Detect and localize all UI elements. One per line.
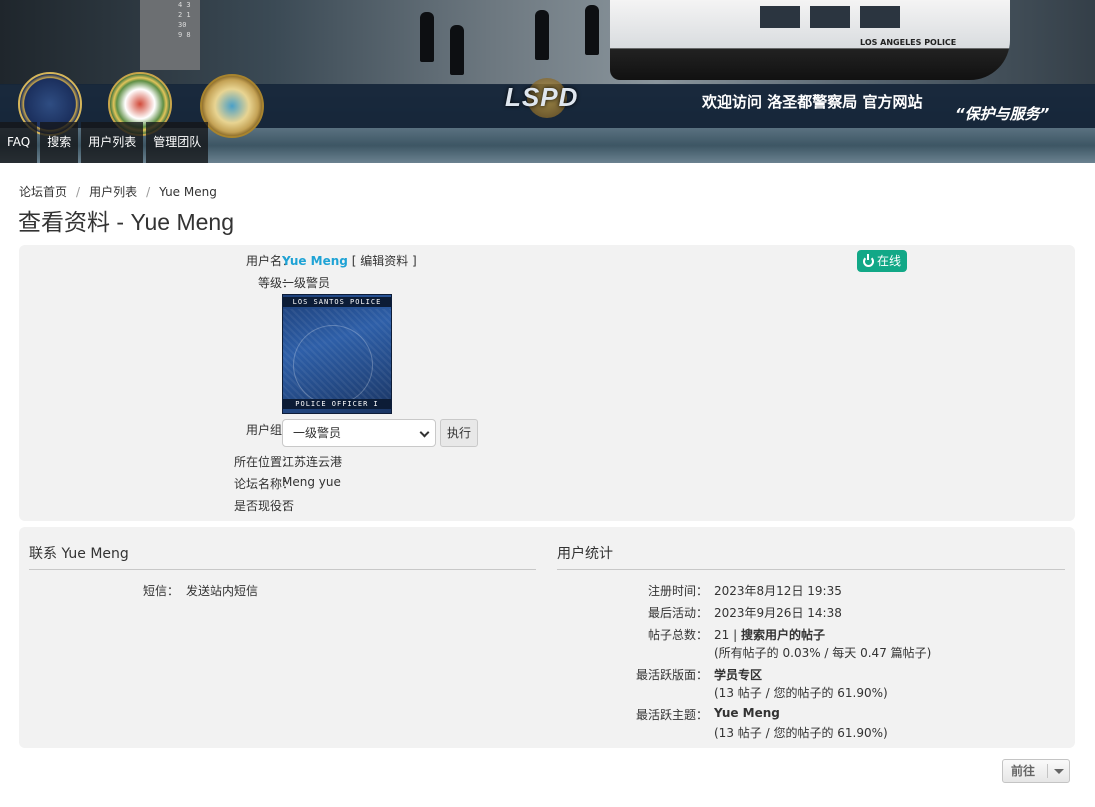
breadcrumb-separator: / xyxy=(76,184,81,199)
diver-figure xyxy=(535,10,549,60)
posts-sub: (所有帖子的 0.03% / 每天 0.47 篇帖子) xyxy=(714,646,932,660)
breadcrumb-memberlist[interactable]: 用户列表 xyxy=(89,183,137,200)
boat-window xyxy=(860,6,900,28)
profile-panel: 用户名： Yue Meng [ 编辑资料 ] 在线 等级： 一级警员 LOS S… xyxy=(19,245,1075,521)
lspd-logo: LSPD xyxy=(505,82,579,112)
diver-figure xyxy=(450,25,464,75)
joined-label: 注册时间： xyxy=(647,584,708,598)
breadcrumb-separator: / xyxy=(146,184,151,199)
contact-title: 联系 Yue Meng xyxy=(29,546,129,562)
rank-image: LOS SANTOS POLICE POLICE OFFICER I xyxy=(282,294,392,414)
jump-label: 前往 xyxy=(1011,764,1036,778)
page-title: 查看资料 - Yue Meng xyxy=(18,209,235,235)
username-link[interactable]: Yue Meng xyxy=(282,254,348,268)
boat-window xyxy=(810,6,850,28)
group-select-value: 一级警员 xyxy=(293,426,342,440)
jump-to-button[interactable]: 前往 xyxy=(1002,759,1070,783)
joined-value: 2023年8月12日 19:35 xyxy=(714,584,842,598)
stats-divider xyxy=(557,569,1065,570)
boat-window xyxy=(760,6,800,28)
welcome-text: 欢迎访问 洛圣都警察局 官方网站 xyxy=(702,93,923,111)
last-active-value: 2023年9月26日 14:38 xyxy=(714,606,842,620)
breadcrumb-forum-index[interactable]: 论坛首页 xyxy=(19,183,67,200)
stats-title: 用户统计 xyxy=(557,546,613,562)
nav-faq[interactable]: FAQ xyxy=(0,122,38,163)
active-forum-link[interactable]: 学员专区 xyxy=(714,668,762,682)
posts-count: 21 xyxy=(714,628,730,642)
hull-draft-marks: 4 3 2 1 30 9 8 xyxy=(178,1,191,39)
power-icon xyxy=(863,253,874,267)
active-forum-sub: (13 帖子 / 您的帖子的 61.90%) xyxy=(714,686,888,700)
caret-down-icon xyxy=(1054,769,1064,774)
forum-name-value: Meng yue xyxy=(282,475,341,489)
breadcrumb-current[interactable]: Yue Meng xyxy=(159,185,217,199)
rank-image-bottom-text: POLICE OFFICER I xyxy=(283,399,391,409)
posts-separator: | xyxy=(733,628,738,642)
online-badge: 在线 xyxy=(857,250,908,272)
pm-label: 短信： xyxy=(142,584,179,598)
diver-figure xyxy=(585,5,599,55)
send-pm-link[interactable]: 发送站内短信 xyxy=(186,582,258,599)
active-topic-sub: (13 帖子 / 您的帖子的 61.90%) xyxy=(714,726,888,740)
online-label: 在线 xyxy=(877,254,902,268)
active-topic-label: 最活跃主题： xyxy=(635,708,708,722)
details-panel: 联系 Yue Meng 短信： 发送站内短信 用户统计 注册时间： 2023年8… xyxy=(19,527,1075,748)
rank-image-seal xyxy=(293,325,373,405)
execute-button[interactable]: 执行 xyxy=(440,419,478,447)
breadcrumb: 论坛首页 / 用户列表 / Yue Meng xyxy=(19,183,217,200)
nav-memberlist[interactable]: 用户列表 xyxy=(81,122,144,163)
edit-profile-link[interactable]: [ 编辑资料 ] xyxy=(352,254,417,268)
diver-figure xyxy=(420,12,434,62)
contact-divider xyxy=(29,569,536,570)
nav-search[interactable]: 搜索 xyxy=(40,122,79,163)
active-forum-label: 最活跃版面： xyxy=(635,668,708,682)
posts-row: 21 | 搜索用户的帖子 xyxy=(714,626,825,643)
chevron-down-icon xyxy=(419,427,430,438)
active-forum-row: 学员专区 xyxy=(714,666,762,683)
posts-label: 帖子总数： xyxy=(647,628,708,642)
location-value: 江苏连云港 xyxy=(282,455,343,469)
rank-image-top-text: LOS SANTOS POLICE xyxy=(283,297,391,307)
active-duty-value: 否 xyxy=(282,499,295,513)
username-row: Yue Meng [ 编辑资料 ] xyxy=(282,252,417,269)
boat-label: LOS ANGELES POLICE xyxy=(860,38,957,47)
active-topic-row: Yue Meng xyxy=(714,706,780,720)
nav-team[interactable]: 管理团队 xyxy=(146,122,209,163)
jump-separator xyxy=(1047,764,1048,778)
search-posts-link[interactable]: 搜索用户的帖子 xyxy=(741,628,825,642)
main-nav: FAQ 搜索 用户列表 管理团队 xyxy=(0,122,211,163)
rank-value: 一级警员 xyxy=(282,276,331,290)
group-select[interactable]: 一级警员 xyxy=(282,419,436,447)
last-active-label: 最后活动： xyxy=(647,606,708,620)
active-topic-link[interactable]: Yue Meng xyxy=(714,706,780,720)
motto-text: “保护与服务” xyxy=(955,105,1050,123)
